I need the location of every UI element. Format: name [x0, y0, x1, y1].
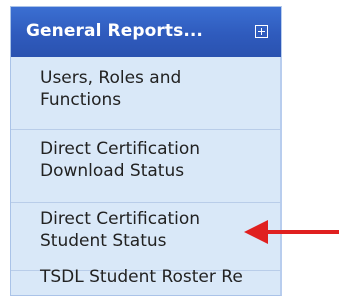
red-arrow-annotation	[244, 220, 339, 244]
arrow-head	[244, 220, 268, 244]
menu-item-direct-certification-download-status[interactable]: Direct Certification Download Status	[11, 130, 281, 203]
menu-header[interactable]: General Reports...	[11, 7, 281, 57]
menu-item-users-roles-functions[interactable]: Users, Roles and Functions	[11, 57, 281, 130]
menu-item-tsdl-student-roster[interactable]: TSDL Student Roster Re	[11, 267, 281, 301]
menu-item-label: Direct Certification Download Status	[40, 139, 201, 181]
menu-item-label: Users, Roles and Functions	[40, 68, 182, 110]
reports-menu-panel: General Reports... Users, Roles and Func…	[10, 6, 282, 296]
menu-item-label: TSDL Student Roster Re	[40, 267, 243, 287]
menu-item-label: Direct Certification Student Status	[40, 209, 201, 251]
menu-title: General Reports...	[26, 21, 203, 41]
expand-icon[interactable]	[255, 25, 268, 38]
